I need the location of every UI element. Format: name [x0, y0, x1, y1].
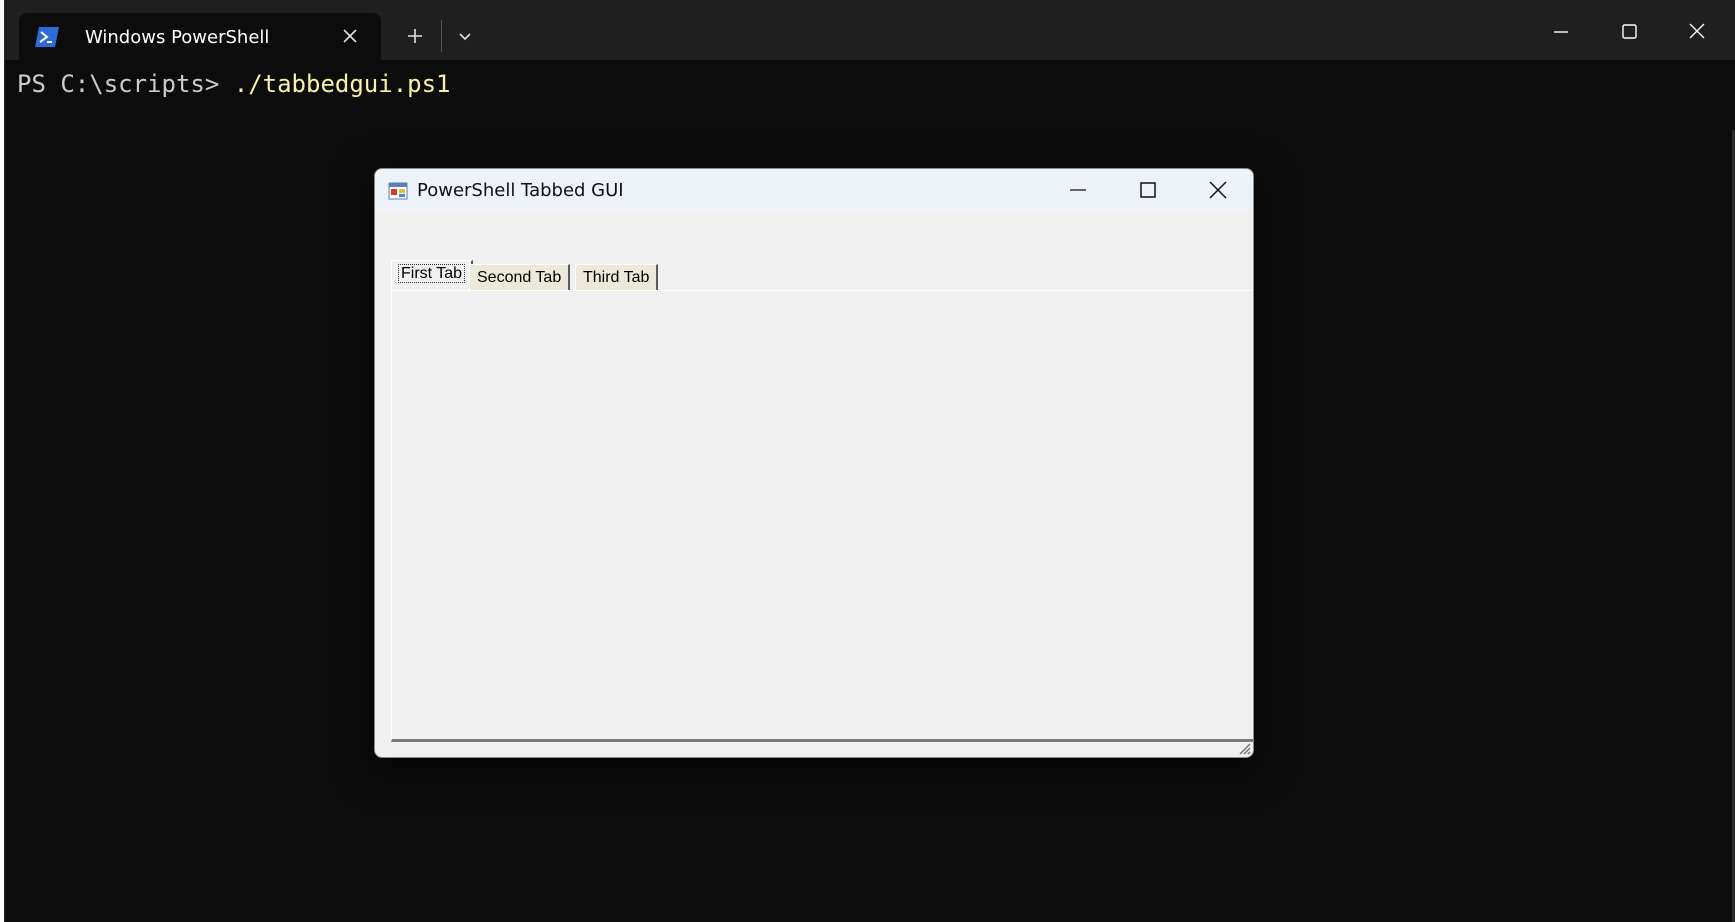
terminal-tab[interactable]: Windows PowerShell: [19, 13, 381, 60]
minimize-icon[interactable]: [1545, 18, 1577, 46]
tab-third[interactable]: Third Tab: [575, 264, 659, 291]
terminal-command-line[interactable]: PS C:\scripts> ./tabbedgui.ps1: [17, 70, 451, 98]
tab-page-content: [391, 290, 1253, 742]
close-icon[interactable]: [1205, 177, 1231, 203]
terminal-command: ./tabbedgui.ps1: [233, 70, 451, 98]
minimize-icon[interactable]: [1065, 179, 1091, 201]
tab-second[interactable]: Second Tab: [469, 264, 571, 291]
close-icon[interactable]: [1681, 18, 1713, 46]
dialog-titlebar[interactable]: PowerShell Tabbed GUI: [375, 169, 1253, 211]
maximize-icon[interactable]: [1613, 18, 1645, 46]
terminal-titlebar: Windows PowerShell: [5, 0, 1735, 60]
tab-first[interactable]: First Tab: [391, 260, 474, 289]
tab-label: Second Tab: [477, 269, 562, 286]
close-icon[interactable]: [341, 27, 359, 45]
terminal-prompt: PS C:\scripts>: [17, 70, 234, 98]
terminal-tab-title: Windows PowerShell: [85, 27, 270, 48]
chevron-down-icon[interactable]: [451, 22, 479, 50]
size-grip-icon[interactable]: [1235, 739, 1251, 755]
dialog-title: PowerShell Tabbed GUI: [417, 180, 624, 201]
tab-label: First Tab: [397, 264, 466, 283]
maximize-icon[interactable]: [1135, 179, 1161, 201]
form-app-icon: [388, 182, 408, 200]
tab-label: Third Tab: [583, 269, 650, 286]
plus-icon[interactable]: [401, 22, 429, 50]
tab-divider: [441, 20, 442, 52]
powershell-icon: [35, 27, 59, 47]
tabbed-gui-window: PowerShell Tabbed GUI First Tab Second T…: [374, 168, 1254, 758]
